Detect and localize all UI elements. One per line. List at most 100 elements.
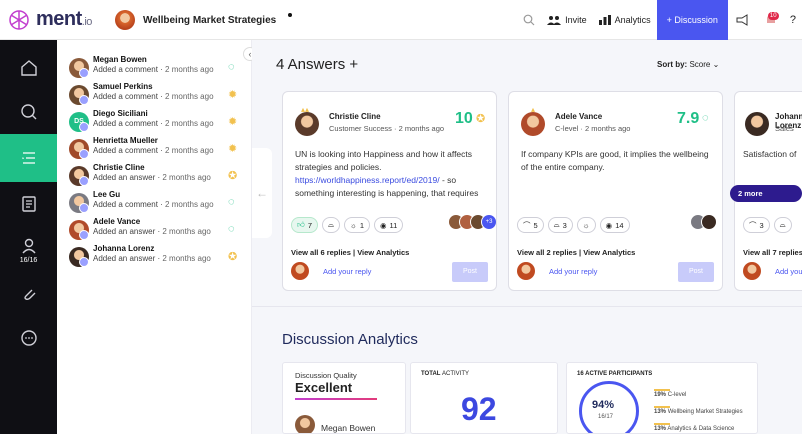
author-name[interactable]: Christie Cline bbox=[329, 112, 381, 121]
legend-item: 13% Analytics & Data Science bbox=[654, 426, 735, 432]
new-discussion-button[interactable]: + Discussion bbox=[656, 0, 728, 40]
post-button[interactable]: Post bbox=[678, 262, 714, 282]
post-button[interactable]: Post bbox=[452, 262, 488, 282]
legend-swatch bbox=[654, 389, 670, 391]
note-icon bbox=[21, 196, 36, 212]
prev-answers-button[interactable]: ← bbox=[252, 148, 272, 238]
top-user-name[interactable]: Megan Bowen bbox=[321, 423, 375, 433]
dislike-button[interactable]: ⌓ bbox=[773, 217, 792, 233]
bulb-button[interactable]: ☼ bbox=[576, 217, 596, 233]
analytics-button[interactable]: Analytics bbox=[593, 0, 657, 40]
activity-desc: Added a comment · 2 months ago bbox=[93, 92, 214, 101]
reply-row: Add your reply bbox=[743, 262, 802, 282]
comment-icon: ◌ bbox=[702, 112, 709, 124]
main-content: 4 Answers + Sort by: Score ⌄ ← ▴▴ Christ… bbox=[252, 40, 802, 434]
activity-user: Samuel Perkins bbox=[93, 82, 153, 91]
thumbs-up-icon: 👍︎ bbox=[297, 220, 305, 229]
like-button[interactable]: ⌒ 5 bbox=[517, 217, 544, 233]
brand-logo[interactable]: ment.io bbox=[8, 8, 92, 31]
activity-item[interactable]: Megan Bowen Added a comment · 2 months ag… bbox=[69, 54, 244, 84]
activity-value: 92 bbox=[461, 391, 497, 427]
nav-attachments[interactable] bbox=[0, 272, 57, 316]
help-button[interactable]: ? bbox=[784, 0, 802, 40]
reply-row: Add your reply Post bbox=[517, 262, 714, 282]
activity-item[interactable]: Christie Cline Added an answer · 2 months… bbox=[69, 162, 244, 192]
comment-icon: ◌ bbox=[228, 223, 235, 235]
avatar bbox=[295, 415, 315, 433]
sort-dropdown[interactable]: Sort by: Score ⌄ bbox=[657, 60, 719, 69]
answer-body: UN is looking into Happiness and how it … bbox=[295, 149, 479, 198]
activity-desc: Added a comment · 2 months ago bbox=[93, 146, 214, 155]
activity-item[interactable]: Johanna Lorenz Added an answer · 2 months… bbox=[69, 243, 244, 273]
author-name[interactable]: Adele Vance bbox=[555, 112, 602, 121]
activity-item[interactable]: Henrietta Mueller Added a comment · 2 mon… bbox=[69, 135, 244, 165]
activity-type-badge bbox=[79, 122, 89, 132]
search-button[interactable] bbox=[517, 0, 541, 40]
nav-home[interactable] bbox=[0, 46, 57, 90]
activity-item[interactable]: Lee Gu Added a comment · 2 months ago ◌ bbox=[69, 189, 244, 219]
nav-discussions[interactable] bbox=[0, 134, 57, 182]
nav-questions[interactable] bbox=[0, 90, 57, 134]
answer-link[interactable]: https://worldhappiness.report/ed/2019/ bbox=[295, 175, 440, 185]
more-answers-button[interactable]: 2 more answers → bbox=[730, 185, 802, 215]
view-analytics-link[interactable]: View Analytics bbox=[357, 248, 409, 257]
reply-input[interactable]: Add your reply bbox=[317, 262, 448, 282]
participation-pct: 94% bbox=[592, 399, 615, 411]
activity-type-badge bbox=[79, 68, 89, 78]
nav-notes[interactable] bbox=[0, 182, 57, 226]
activity-type-badge bbox=[79, 257, 89, 267]
chevron-down-icon: ⌄ bbox=[712, 60, 720, 69]
activity-item[interactable]: Adele Vance Added an answer · 2 months ag… bbox=[69, 216, 244, 246]
participant-avatars[interactable] bbox=[690, 214, 717, 230]
list-star-icon bbox=[21, 152, 35, 164]
answers-title: 4 Answers + bbox=[276, 56, 359, 73]
nav-people[interactable]: 16/16 bbox=[0, 228, 57, 272]
divider bbox=[252, 306, 802, 307]
paperclip-icon bbox=[23, 289, 35, 301]
invite-button[interactable]: Invite bbox=[541, 0, 593, 40]
avatar bbox=[745, 112, 769, 136]
reply-input[interactable]: Add your reply bbox=[769, 262, 802, 282]
view-replies-link[interactable]: View all 6 replies bbox=[291, 248, 351, 257]
view-replies-link[interactable]: View all 7 replies bbox=[743, 248, 802, 257]
nav-chat[interactable] bbox=[0, 316, 57, 360]
author-meta: Customer Success · 2 months ago bbox=[329, 124, 445, 133]
participant-avatars[interactable]: +3 bbox=[448, 214, 496, 230]
activity-desc: Added a comment · 2 months ago bbox=[93, 119, 214, 128]
notifications-button[interactable]: 10 bbox=[758, 0, 784, 40]
thumbs-down-icon: ⌓ bbox=[553, 220, 560, 229]
quality-bar bbox=[295, 398, 377, 400]
quality-label: Discussion Quality bbox=[295, 371, 357, 380]
like-button[interactable]: 👍︎ 7 bbox=[291, 217, 319, 233]
activity-type-badge bbox=[79, 203, 89, 213]
views-counter: ◉ 11 bbox=[374, 217, 404, 233]
my-avatar bbox=[743, 262, 761, 280]
user-icon bbox=[21, 238, 36, 253]
activity-desc: Added an answer · 2 months ago bbox=[93, 227, 211, 236]
org-switcher[interactable]: Wellbeing Market Strategies bbox=[115, 10, 293, 30]
top-actions: Invite Analytics + Discussion 10 ? bbox=[517, 0, 802, 40]
bulb-icon: ☼ bbox=[582, 220, 590, 230]
view-replies-link[interactable]: View all 2 replies bbox=[517, 248, 577, 257]
like-button[interactable]: ⌒ 3 bbox=[743, 217, 770, 233]
add-answer-button[interactable]: + bbox=[349, 56, 358, 73]
reply-input[interactable]: Add your reply bbox=[543, 262, 674, 282]
thumbs-up-icon: ⌒ bbox=[523, 220, 531, 230]
activity-type-badge bbox=[79, 149, 89, 159]
org-avatar bbox=[115, 10, 135, 30]
bar-chart-icon bbox=[598, 15, 611, 25]
views-counter: ◉ 14 bbox=[599, 217, 630, 233]
bulb-button[interactable]: ☼ 1 bbox=[343, 217, 370, 233]
participation-count: 16/17 bbox=[598, 414, 614, 420]
dislike-button[interactable]: ⌓ bbox=[322, 217, 340, 233]
activity-item[interactable]: DS Diego Siciliani Added a comment · 2 mon… bbox=[69, 108, 244, 138]
megaphone-button[interactable] bbox=[728, 0, 758, 40]
dislike-button[interactable]: ⌓ 3 bbox=[547, 217, 573, 233]
quality-value: Excellent bbox=[295, 380, 353, 395]
activity-item[interactable]: Samuel Perkins Added a comment · 2 months… bbox=[69, 81, 244, 111]
view-analytics-link[interactable]: View Analytics bbox=[583, 248, 635, 257]
activity-user: Henrietta Mueller bbox=[93, 136, 158, 145]
nav-sidebar: 16/16 bbox=[0, 40, 57, 434]
unread-dot bbox=[288, 13, 293, 17]
activity-desc: Added an answer · 2 months ago bbox=[93, 173, 211, 182]
